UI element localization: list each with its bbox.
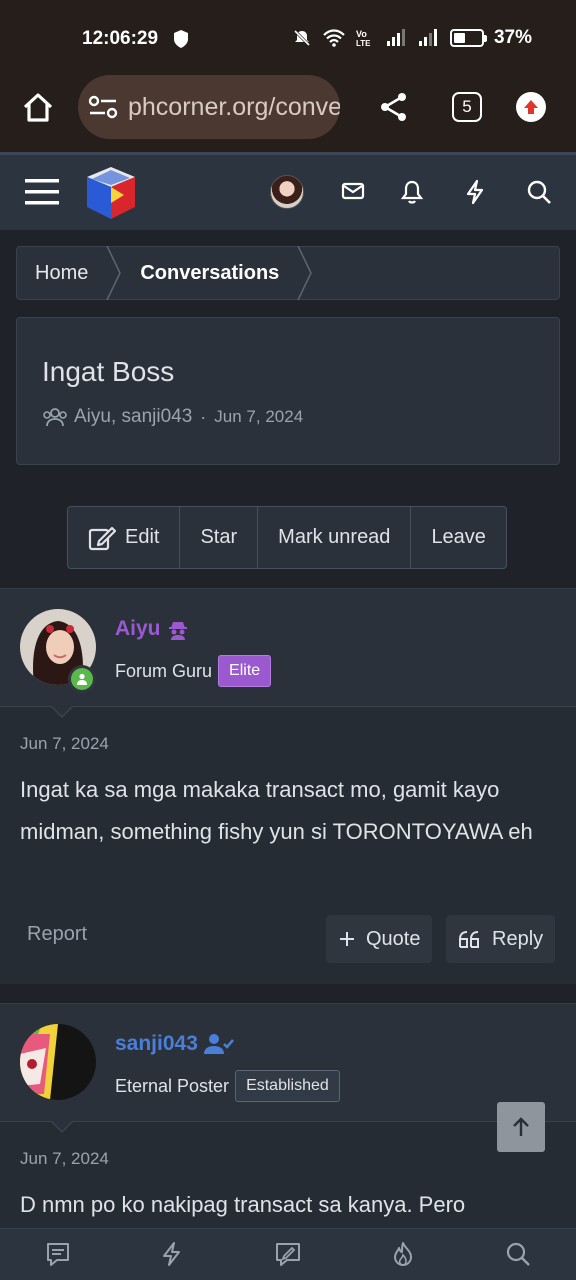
mute-icon — [292, 28, 312, 48]
quote-button[interactable]: Quote — [326, 915, 433, 963]
reply-label: Reply — [492, 927, 544, 950]
rank-title: Forum Guru — [115, 660, 213, 681]
site-header — [0, 152, 576, 230]
browser-toolbar: phcorner.org/conve 5 — [0, 74, 576, 152]
plus-icon — [340, 932, 354, 946]
message-user-block: Aiyu Forum Guru Elite — [0, 589, 576, 718]
rank-title: Eternal Poster — [115, 1075, 230, 1096]
chevron-right-icon — [297, 246, 313, 300]
arrow-up-icon — [513, 1117, 529, 1136]
username[interactable]: Aiyu — [115, 617, 189, 641]
conversation-meta: Aiyu, sanji043 · Jun 7, 2024 — [42, 406, 303, 428]
breadcrumb-home[interactable]: Home — [17, 247, 106, 299]
edit-button[interactable]: Edit — [68, 507, 181, 568]
online-indicator — [68, 665, 96, 693]
username-text[interactable]: sanji043 — [115, 1032, 198, 1056]
site-settings-icon[interactable] — [88, 94, 118, 120]
conversation-date: Jun 7, 2024 — [214, 407, 304, 426]
spy-icon — [168, 622, 187, 640]
mark-unread-label: Mark unread — [278, 526, 391, 548]
menu-icon[interactable] — [25, 177, 59, 207]
meta-separator: · — [200, 406, 207, 427]
user-badge: Established — [235, 1070, 340, 1102]
bell-icon[interactable] — [400, 179, 424, 205]
clock: 12:06:29 — [82, 28, 159, 49]
volte-icon: Vo LTE — [356, 28, 376, 48]
user-verified-icon — [203, 1034, 234, 1054]
chevron-right-icon — [106, 246, 122, 300]
bolt-icon[interactable] — [159, 1241, 185, 1267]
username-text[interactable]: Aiyu — [115, 617, 161, 641]
reply-button[interactable]: Reply — [446, 915, 556, 963]
online-user-icon — [71, 668, 93, 690]
shield-icon — [172, 29, 190, 49]
conversations-icon[interactable] — [45, 1241, 71, 1267]
home-icon[interactable] — [21, 91, 55, 125]
breadcrumb: Home Conversations — [16, 246, 560, 300]
share-icon[interactable] — [378, 91, 410, 123]
message: sanji043 Eternal Poster Established Jun … — [0, 1003, 576, 1243]
svg-text:Vo: Vo — [356, 29, 367, 39]
bottom-nav — [0, 1228, 576, 1280]
participants[interactable]: Aiyu, sanji043 — [74, 406, 192, 428]
mark-unread-button[interactable]: Mark unread — [258, 507, 412, 568]
battery-percent: 37% — [493, 27, 532, 48]
quote-marks-icon — [459, 931, 479, 948]
breadcrumb-conversations[interactable]: Conversations — [122, 247, 297, 299]
user-avatar[interactable] — [270, 175, 304, 209]
avatar[interactable] — [20, 1024, 96, 1100]
signal-icon — [386, 28, 408, 48]
star-label: Star — [200, 526, 238, 548]
address-bar[interactable]: phcorner.org/conve — [78, 75, 340, 139]
leave-label: Leave — [431, 526, 486, 548]
quote-label: Quote — [366, 927, 421, 950]
update-icon[interactable] — [516, 92, 546, 122]
battery-icon — [449, 29, 487, 47]
message: Aiyu Forum Guru Elite Jun 7, 2024 Ingat … — [0, 588, 576, 984]
message-date[interactable]: Jun 7, 2024 — [20, 734, 109, 754]
scroll-top-button[interactable] — [497, 1102, 545, 1152]
message-pointer — [50, 705, 74, 718]
fire-icon[interactable] — [390, 1241, 416, 1267]
message-user-block: sanji043 Eternal Poster Established — [0, 1004, 576, 1133]
new-post-icon[interactable] — [274, 1241, 302, 1267]
report-link[interactable]: Report — [27, 923, 87, 946]
tab-switcher-button[interactable]: 5 — [452, 92, 482, 122]
conversation-actions: Edit Star Mark unread Leave — [67, 506, 507, 569]
wifi-icon — [322, 28, 346, 48]
message-body: Ingat ka sa mga makaka transact mo, gami… — [20, 777, 533, 844]
url-text[interactable]: phcorner.org/conve — [128, 93, 340, 122]
inbox-icon[interactable] — [341, 179, 365, 203]
site-logo[interactable] — [84, 165, 138, 221]
message-date[interactable]: Jun 7, 2024 — [20, 1149, 109, 1169]
edit-icon — [88, 526, 116, 550]
star-button[interactable]: Star — [180, 507, 259, 568]
message-pointer — [50, 1120, 74, 1133]
message-body: D nmn po ko nakipag transact sa kanya. P… — [20, 1192, 466, 1217]
svg-text:LTE: LTE — [356, 39, 371, 48]
conversation-header: Ingat Boss Aiyu, sanji043 · Jun 7, 2024 — [16, 317, 560, 465]
user-rank: Eternal Poster Established — [115, 1070, 340, 1102]
search-icon[interactable] — [505, 1241, 531, 1267]
username[interactable]: sanji043 — [115, 1032, 234, 1056]
search-icon[interactable] — [526, 179, 552, 205]
user-badge: Elite — [218, 655, 272, 687]
status-bar: 12:06:29 Vo LTE 37% — [0, 0, 576, 74]
leave-button[interactable]: Leave — [411, 507, 506, 568]
edit-label: Edit — [125, 526, 160, 548]
users-icon — [42, 407, 68, 427]
bolt-icon[interactable] — [463, 179, 487, 205]
signal-icon — [418, 28, 440, 48]
user-rank: Forum Guru Elite — [115, 655, 272, 687]
page-title: Ingat Boss — [42, 356, 175, 387]
